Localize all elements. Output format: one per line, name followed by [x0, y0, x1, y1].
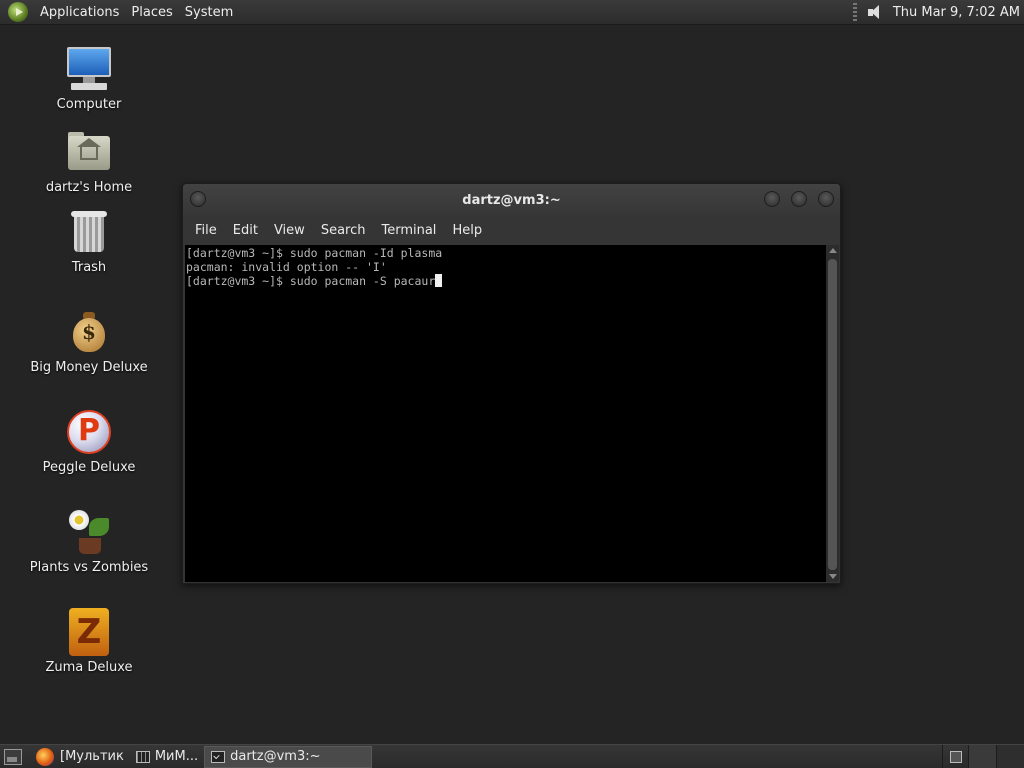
taskbar-item-label: МиМ... — [154, 749, 199, 764]
volume-icon[interactable] — [865, 3, 885, 21]
window-menu-button[interactable] — [190, 191, 206, 207]
desktop-icon-label: Big Money Deluxe — [30, 360, 148, 375]
taskbar-item-mim[interactable]: МиМ... — [130, 746, 204, 768]
taskbar-item-firefox[interactable]: [Мультик — [54, 746, 130, 768]
menu-view[interactable]: View — [266, 223, 313, 238]
peggle-icon: P — [65, 408, 113, 456]
zuma-icon: Z — [65, 608, 113, 656]
desktop-icon-big-money[interactable]: $ Big Money Deluxe — [24, 308, 154, 375]
plants-vs-zombies-icon — [65, 508, 113, 556]
desktop-icon-label: Plants vs Zombies — [29, 560, 149, 575]
desktop-icon-label: Trash — [71, 260, 107, 275]
desktop-icon-label: Peggle Deluxe — [42, 460, 136, 475]
terminal-scrollbar[interactable] — [826, 245, 839, 582]
distro-logo-icon[interactable] — [8, 2, 28, 22]
workspace-1[interactable] — [968, 744, 996, 768]
desktop-icon-label: dartz's Home — [45, 180, 133, 195]
computer-icon — [65, 45, 113, 93]
terminal-line: [dartz@vm3 ~]$ sudo pacman -S pacaur — [186, 274, 826, 288]
terminal-window: dartz@vm3:~ File Edit View Search Termin… — [182, 183, 841, 584]
window-title: dartz@vm3:~ — [462, 193, 561, 208]
money-bag-icon: $ — [65, 308, 113, 356]
terminal-icon — [211, 750, 226, 763]
terminal-output[interactable]: [dartz@vm3 ~]$ sudo pacman -Id plasma pa… — [185, 245, 827, 582]
window-titlebar[interactable]: dartz@vm3:~ — [183, 184, 840, 217]
minimize-button[interactable] — [764, 191, 780, 207]
taskbar-item-terminal[interactable]: dartz@vm3:~ — [204, 745, 373, 768]
maximize-button[interactable] — [791, 191, 807, 207]
bottom-panel: [Мультик МиМ... dartz@vm3:~ — [0, 744, 1024, 768]
taskbar-item-label: [Мультик — [60, 749, 124, 764]
desktop-icon-label: Computer — [56, 97, 122, 112]
desktop-icon-plants-vs-zombies[interactable]: Plants vs Zombies — [24, 508, 154, 575]
terminal-menubar: File Edit View Search Terminal Help — [183, 217, 840, 243]
desktop-icon-zuma[interactable]: Z Zuma Deluxe — [24, 608, 154, 675]
desktop-icon-trash[interactable]: Trash — [24, 208, 154, 275]
terminal-prompt-line: [dartz@vm3 ~]$ sudo pacman -S pacaur — [186, 274, 436, 288]
top-panel: Applications Places System Thu Mar 9, 7:… — [0, 0, 1024, 25]
menu-places[interactable]: Places — [125, 5, 178, 20]
desktop-icon-home[interactable]: dartz's Home — [24, 128, 154, 195]
panel-handle — [852, 3, 857, 21]
taskbar-item-label: dartz@vm3:~ — [230, 749, 321, 764]
menu-edit[interactable]: Edit — [225, 223, 266, 238]
terminal-line: [dartz@vm3 ~]$ sudo pacman -Id plasma — [186, 246, 443, 260]
text-cursor — [435, 274, 443, 287]
menu-file[interactable]: File — [187, 223, 225, 238]
clock[interactable]: Thu Mar 9, 7:02 AM — [893, 5, 1020, 20]
home-folder-icon — [65, 128, 113, 176]
menu-search[interactable]: Search — [313, 223, 374, 238]
menu-terminal[interactable]: Terminal — [373, 223, 444, 238]
workspace-2[interactable] — [996, 744, 1024, 768]
close-button[interactable] — [818, 191, 834, 207]
menu-help[interactable]: Help — [444, 223, 490, 238]
scrollbar-thumb[interactable] — [828, 259, 837, 570]
desktop-icon-computer[interactable]: Computer — [24, 45, 154, 112]
workspace-switcher — [942, 744, 1024, 768]
window-icon — [135, 750, 150, 763]
desktop-icon-peggle[interactable]: P Peggle Deluxe — [24, 408, 154, 475]
show-desktop-icon[interactable] — [4, 748, 22, 765]
trash-icon — [65, 208, 113, 256]
menu-applications[interactable]: Applications — [34, 5, 125, 20]
desktop-icon-label: Zuma Deluxe — [45, 660, 133, 675]
scroll-up-arrow-icon[interactable] — [829, 248, 837, 253]
trash-applet-button[interactable] — [942, 744, 968, 768]
firefox-icon — [36, 747, 54, 766]
menu-system[interactable]: System — [179, 5, 239, 20]
terminal-line: pacman: invalid option -- 'I' — [186, 260, 387, 274]
scroll-down-arrow-icon[interactable] — [829, 574, 837, 579]
